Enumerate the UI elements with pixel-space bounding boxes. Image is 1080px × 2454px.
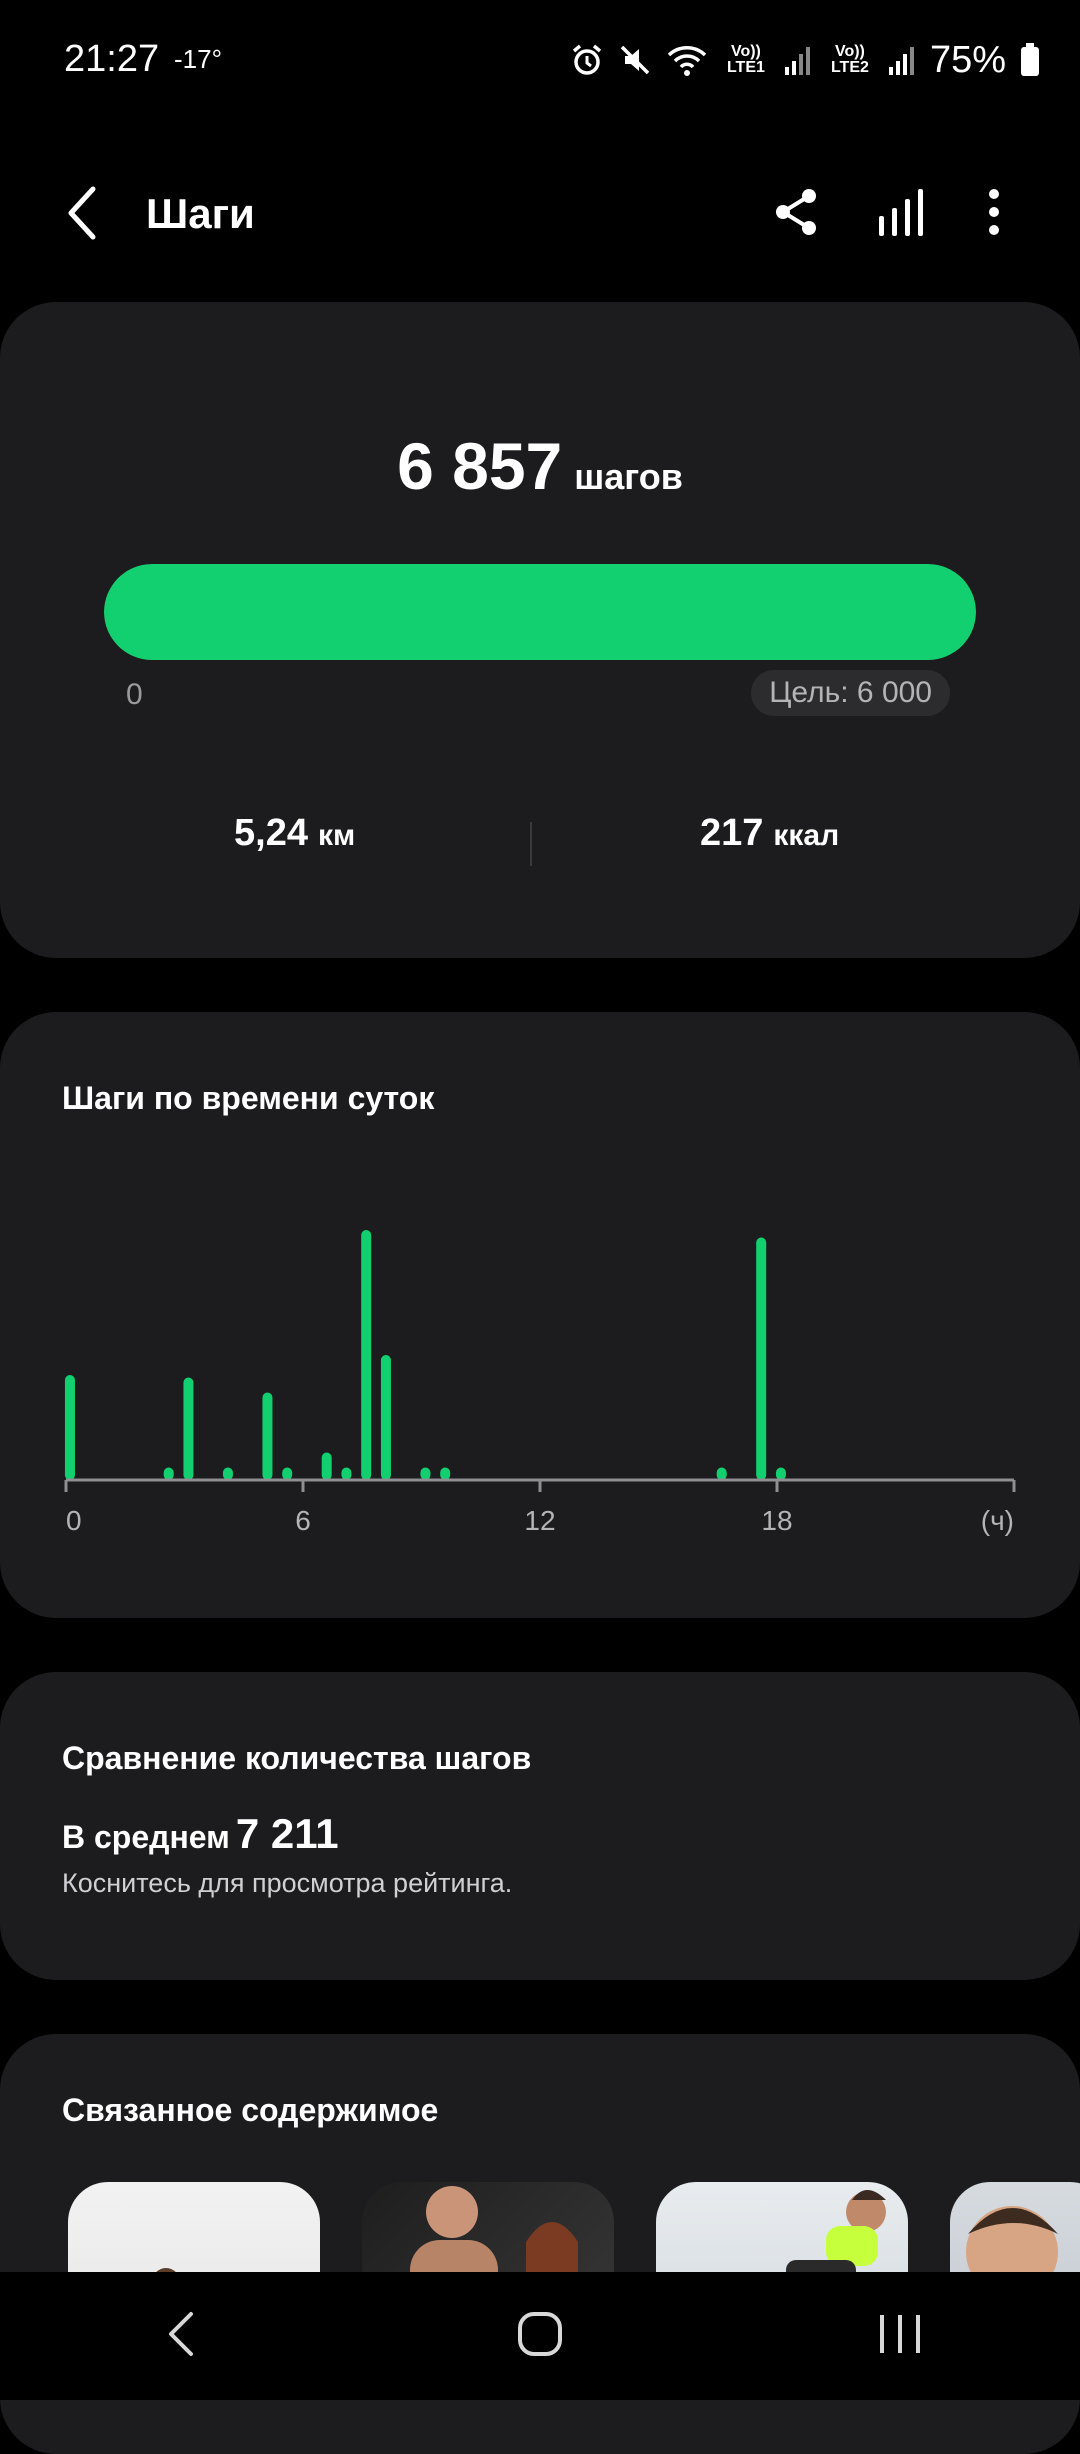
hourly-step-bar xyxy=(420,1467,431,1480)
more-options-button[interactable] xyxy=(958,178,1030,250)
share-button[interactable] xyxy=(760,178,832,250)
nav-recents-button[interactable] xyxy=(820,2286,980,2386)
back-button[interactable] xyxy=(52,180,112,250)
system-navigation-bar xyxy=(0,2272,1080,2400)
trends-button[interactable] xyxy=(864,178,936,250)
progress-min-label: 0 xyxy=(126,678,143,711)
battery-percent: 75% xyxy=(929,38,1006,81)
signal-icon xyxy=(888,45,916,75)
nav-home-button[interactable] xyxy=(460,2286,620,2386)
nav-home-icon xyxy=(517,2311,563,2362)
distance-metric: 5,24 км xyxy=(234,812,355,855)
hourly-step-bar xyxy=(222,1467,233,1480)
battery-icon xyxy=(1020,43,1040,77)
ranking-hint: Коснитесь для просмотра рейтинга. xyxy=(62,1868,513,1898)
status-temperature: -17° xyxy=(174,44,222,74)
hourly-step-bar xyxy=(163,1467,174,1480)
hourly-step-bar xyxy=(361,1230,372,1480)
hourly-steps-title: Шаги по времени суток xyxy=(62,1080,435,1116)
comparison-title: Сравнение количества шагов xyxy=(62,1740,532,1776)
hourly-step-bar xyxy=(282,1467,293,1480)
steps-progress-fill xyxy=(104,564,976,660)
share-icon xyxy=(773,187,819,242)
bar-chart-icon xyxy=(876,186,924,243)
steps-progress-bar xyxy=(104,564,976,660)
goal-badge[interactable]: Цель: 6 000 xyxy=(751,670,950,716)
hourly-step-bar xyxy=(321,1452,332,1480)
hourly-step-bar xyxy=(341,1467,352,1480)
distance-value: 5,24 xyxy=(234,812,308,854)
sim2-lte-label: Vo)) LTE2 xyxy=(830,43,869,76)
nav-recents-icon xyxy=(877,2313,923,2360)
hourly-step-bar xyxy=(183,1377,194,1480)
hourly-steps-chart: 0 6 12 18 (ч) xyxy=(64,1230,1016,1536)
nav-back-icon xyxy=(165,2310,195,2363)
x-tick-label: 18 xyxy=(761,1505,792,1536)
average-line: В среднем 7 211 xyxy=(62,1810,339,1858)
x-tick-label: 6 xyxy=(295,1505,311,1536)
page-title: Шаги xyxy=(146,190,255,237)
average-value: 7 211 xyxy=(235,1810,339,1857)
hourly-step-bar xyxy=(756,1237,767,1480)
hourly-step-bar xyxy=(262,1392,273,1480)
back-icon xyxy=(65,185,99,246)
status-time: 21:27 xyxy=(64,38,160,80)
calories-metric: 217 ккал xyxy=(700,812,839,855)
steps-unit: шагов xyxy=(574,456,683,497)
steps-total: 6 857 шагов xyxy=(0,428,1080,504)
hourly-step-bar xyxy=(716,1467,727,1480)
alarm-icon xyxy=(570,43,604,77)
distance-unit: км xyxy=(317,819,356,852)
calories-unit: ккал xyxy=(773,819,840,852)
mute-icon xyxy=(618,43,652,77)
calories-value: 217 xyxy=(700,812,764,854)
x-tick-label: 12 xyxy=(524,1505,555,1536)
sim1-lte-label: Vo)) LTE1 xyxy=(726,43,765,76)
status-icons: Vo)) LTE1 Vo)) LTE2 75% xyxy=(570,30,1040,90)
hourly-step-bar xyxy=(440,1467,451,1480)
average-label: В среднем xyxy=(62,1819,230,1855)
hourly-step-bar xyxy=(64,1375,75,1480)
x-tick-label: 0 xyxy=(66,1505,82,1536)
nav-back-button[interactable] xyxy=(100,2286,260,2386)
metric-divider xyxy=(530,822,532,866)
steps-value: 6 857 xyxy=(397,429,563,503)
signal-icon xyxy=(784,45,812,75)
x-axis-unit-label: (ч) xyxy=(981,1505,1014,1536)
hourly-step-bar xyxy=(380,1355,391,1480)
more-vert-icon xyxy=(988,188,1000,241)
hourly-step-bar xyxy=(775,1467,786,1480)
related-content-title: Связанное содержимое xyxy=(62,2092,439,2128)
wifi-icon xyxy=(666,43,708,77)
